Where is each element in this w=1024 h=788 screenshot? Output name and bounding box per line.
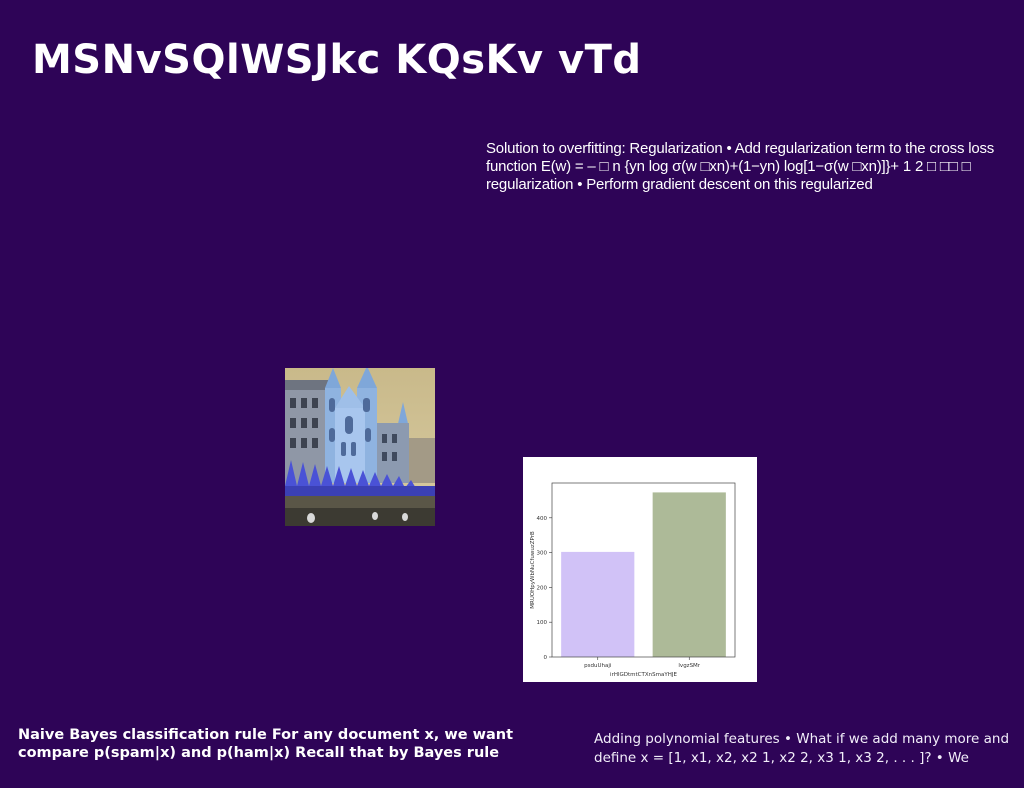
bar-1 — [652, 492, 726, 657]
bar-chart-svg: psduUhaji lvgzSMr 0 100 200 300 400 irHlGDtmtCT… — [530, 482, 736, 678]
y-tick-label-0: 0 — [544, 655, 548, 661]
y-tick-label-4: 400 — [537, 516, 548, 522]
y-tick-label-3: 300 — [537, 551, 548, 557]
x-axis-label: irHlGDtmtCTXnSmaYHJE — [610, 672, 677, 678]
polynomial-features-text: Adding polynomial features • What if we … — [594, 731, 1010, 766]
bar-0 — [561, 551, 635, 657]
naive-bayes-text: Naive Bayes classification rule For any … — [18, 727, 514, 761]
building-photo — [285, 368, 435, 526]
regularization-text: Solution to overfitting: Regularization … — [486, 140, 995, 193]
y-axis-label: MRUOHpyWbNuCfuwuzZPrB — [530, 531, 536, 609]
y-tick-label-1: 100 — [537, 620, 548, 626]
bar-chart: psduUhaji lvgzSMr 0 100 200 300 400 irHlGDtmtCT… — [523, 457, 757, 682]
y-tick-label-2: 200 — [537, 585, 548, 591]
x-tick-label-1: lvgzSMr — [678, 663, 700, 669]
slide-title: MSNvSQlWSJkc KQsKv vTd — [32, 37, 642, 83]
building-photo-image — [285, 368, 435, 526]
x-tick-label-0: psduUhaji — [584, 663, 612, 669]
